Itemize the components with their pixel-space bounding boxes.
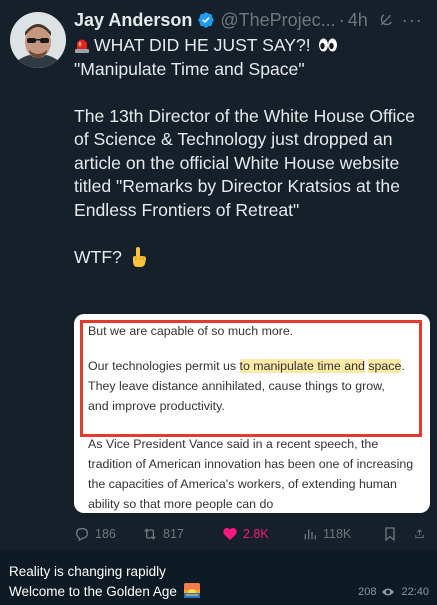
reply-count: 186 [95,527,116,541]
action-bar: 186 817 2.8K 118K [74,524,430,544]
message-meta: 208 22:40 [358,586,429,598]
bookmark-icon [385,527,395,542]
message-time: 22:40 [401,586,429,598]
views-button[interactable]: 118K [302,526,382,542]
repost-count: 817 [163,527,184,541]
tweet-text: WHAT DID HE JUST SAY?! "Manipulate Time … [74,34,430,269]
share-button[interactable] [414,526,430,542]
view-count: 118K [323,527,352,541]
highlighted-text-2: space [368,359,402,373]
card-paragraph-3: As Vice President Vance said in a recent… [88,437,414,511]
wtf-line: WTF? [74,246,122,267]
avatar[interactable] [10,12,66,68]
author-name[interactable]: Jay Anderson [74,10,192,31]
card-paragraph-1: But we are capable of so much more. [88,324,294,338]
reply-icon [75,528,89,542]
eyes-emoji-icon [318,38,337,52]
eye-icon [382,588,395,596]
tweet-header: Jay Anderson @TheProjec... · 4h ··· [74,8,427,32]
share-icon [415,529,424,539]
repost-button[interactable]: 817 [142,526,222,542]
chat-message: Reality is changing rapidly Welcome to t… [9,562,200,602]
like-count: 2.8K [243,527,269,541]
body-paragraph: The 13th Director of the White House Off… [74,105,415,220]
highlighted-text: to manipulate time and [239,359,365,373]
repost-icon [144,528,156,540]
sunrise-emoji-icon [183,583,200,598]
grok-icon[interactable] [378,12,394,28]
verified-badge-icon [198,12,215,28]
like-button[interactable]: 2.8K [222,526,302,542]
quote-line: "Manipulate Time and Space" [74,58,305,79]
message-line-1: Reality is changing rapidly [9,564,166,579]
reply-button[interactable]: 186 [74,526,142,542]
heart-icon [223,528,237,540]
headline-line: WHAT DID HE JUST SAY?! [94,35,311,55]
pointing-down-emoji-icon [132,246,146,267]
card-paragraph-2: Our technologies permit us to manipulate… [88,359,405,413]
timestamp[interactable]: 4h [348,10,368,31]
separator-dot: · [338,9,345,30]
author-handle[interactable]: @TheProjec... [220,10,335,31]
bookmark-button[interactable] [382,526,414,542]
message-line-2: Welcome to the Golden Age [9,584,177,599]
siren-emoji-icon [75,39,89,53]
more-options-icon[interactable]: ··· [402,10,423,31]
views-bar-chart-icon [304,529,316,540]
tweet[interactable]: Jay Anderson @TheProjec... · 4h ··· WHAT… [0,0,437,550]
attached-image[interactable]: But we are capable of so much more. Our … [74,314,430,513]
message-view-count: 208 [358,586,377,598]
